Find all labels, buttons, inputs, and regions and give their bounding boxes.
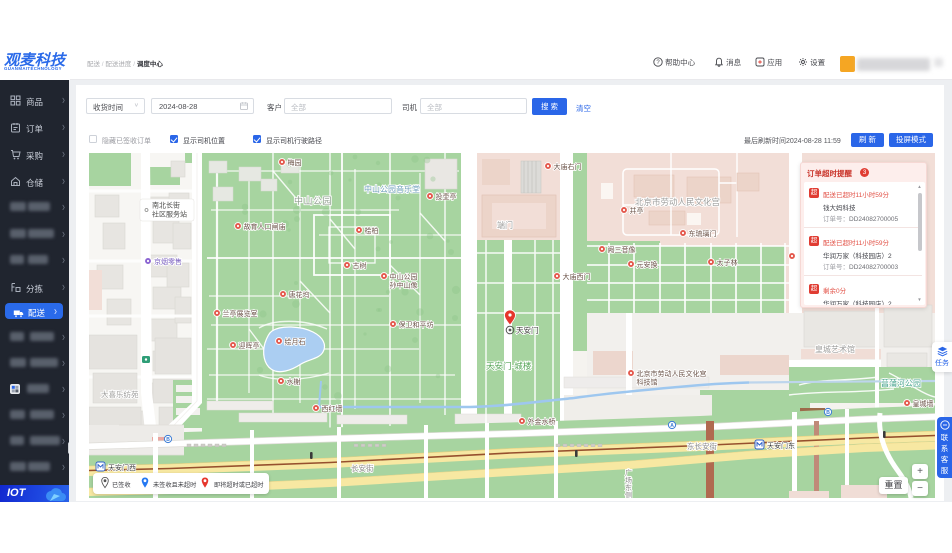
svg-text:端门: 端门 — [497, 220, 513, 230]
svg-text:南北长街: 南北长街 — [152, 201, 180, 210]
svg-text:大庙西门: 大庙西门 — [563, 272, 591, 281]
svg-text:A: A — [670, 423, 674, 429]
svg-text:天安门·城楼: 天安门·城楼 — [486, 361, 532, 371]
svg-text:北京市劳动人民文化宫: 北京市劳动人民文化宫 — [637, 369, 707, 378]
svg-text:西红墙: 西红墙 — [322, 404, 343, 413]
svg-text:保卫和平坊: 保卫和平坊 — [399, 320, 434, 329]
svg-text:北京市劳动人民文化宫: 北京市劳动人民文化宫 — [635, 197, 720, 207]
svg-text:桧柏: 桧柏 — [365, 226, 379, 235]
svg-text:外金水桥: 外金水桥 — [528, 417, 556, 426]
svg-text:科技馆: 科技馆 — [637, 377, 658, 386]
svg-text:绘月石: 绘月石 — [285, 337, 306, 346]
svg-text:社区服务站: 社区服务站 — [152, 210, 187, 219]
svg-text:元安换: 元安换 — [637, 260, 658, 269]
svg-text:东琉璃门: 东琉璃门 — [689, 229, 717, 238]
svg-text:菖蒲河公园: 菖蒲河公园 — [881, 378, 921, 388]
svg-text:皇城墙: 皇城墙 — [913, 399, 934, 408]
svg-text:阙三音像: 阙三音像 — [608, 245, 636, 254]
svg-text:东长安街: 东长安街 — [687, 441, 717, 451]
svg-text:大喜乐纺苑: 大喜乐纺苑 — [101, 389, 139, 399]
svg-text:古树: 古树 — [353, 261, 367, 270]
svg-text:兰亭展览室: 兰亭展览室 — [223, 309, 258, 318]
svg-text:唐花坞: 唐花坞 — [289, 290, 310, 299]
svg-text:中山公园: 中山公园 — [294, 195, 332, 206]
svg-text:大庙右门: 大庙右门 — [554, 162, 582, 171]
svg-text:天安门: 天安门 — [516, 325, 539, 335]
svg-text:皇城艺术馆: 皇城艺术馆 — [815, 344, 855, 354]
svg-text:中山公园音乐堂: 中山公园音乐堂 — [364, 184, 420, 194]
svg-text:太子林: 太子林 — [717, 258, 738, 267]
svg-text:长安街: 长安街 — [351, 463, 374, 473]
svg-text:天安门西: 天安门西 — [108, 463, 136, 472]
svg-text:井亭: 井亭 — [630, 206, 644, 215]
svg-text:?: ? — [656, 60, 660, 66]
svg-text:B: B — [826, 410, 830, 416]
svg-text:中山公园: 中山公园 — [390, 272, 418, 281]
svg-text:孙中山像: 孙中山像 — [390, 280, 418, 289]
svg-text:广场东侧路: 广场东侧路 — [625, 468, 633, 498]
svg-text:迎晖亭: 迎晖亭 — [239, 341, 260, 350]
svg-text:天安门东: 天安门东 — [767, 441, 795, 450]
svg-text:梅园: 梅园 — [288, 158, 302, 167]
svg-text:故育人口闸庙: 故育人口闸庙 — [244, 222, 286, 231]
svg-text:投壶亭: 投壶亭 — [436, 192, 457, 201]
svg-text:水榭: 水榭 — [287, 377, 301, 386]
svg-text:京烟零售: 京烟零售 — [154, 257, 182, 266]
svg-text:B: B — [166, 437, 170, 443]
